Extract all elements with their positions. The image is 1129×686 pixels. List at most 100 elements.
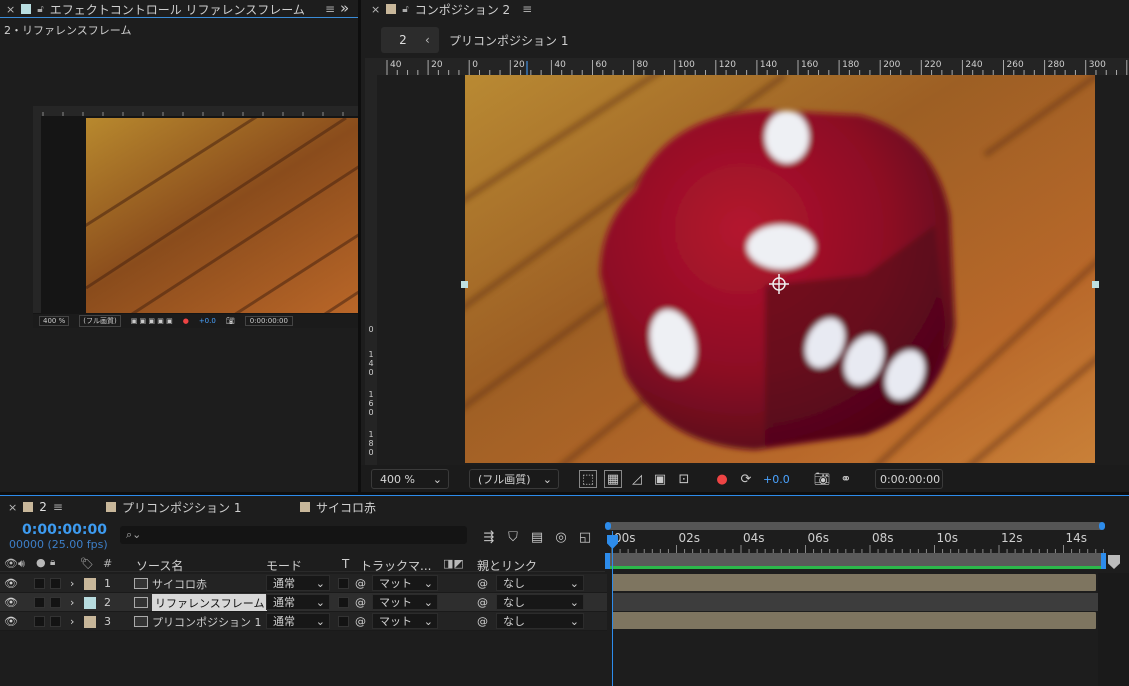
mode-dropdown[interactable]: 通常 ⌄: [266, 594, 330, 610]
camera-snapshot-icon[interactable]: 📷︎: [813, 470, 831, 488]
expand-panels-icon[interactable]: »: [340, 0, 349, 17]
layer-bar-2[interactable]: [612, 593, 1104, 611]
mode-dropdown[interactable]: 通常 ⌄: [266, 575, 330, 591]
transparency-grid-icon[interactable]: ▦: [604, 470, 622, 488]
solo-column-icon[interactable]: ●: [36, 556, 46, 569]
show-snapshot-icon[interactable]: ⚭: [837, 470, 855, 488]
timeline-panel: × 2 ≡ プリコンポジション 1 サイコロ赤 0:00:00:00 00000…: [0, 495, 1129, 686]
label-column-icon[interactable]: 🏷︎: [80, 557, 94, 570]
timeline-tab-precomp[interactable]: プリコンポジション 1: [106, 498, 241, 516]
timecode-display[interactable]: 0:00:00:00: [875, 469, 943, 489]
composition-tab[interactable]: × 🔓︎ コンポジション 2 ≡: [371, 0, 532, 18]
resolution-select[interactable]: (フル画質) ⌄: [469, 469, 559, 489]
track-matte-dropdown[interactable]: マット ⌄: [372, 575, 438, 591]
exposure-value[interactable]: +0.0: [763, 473, 790, 486]
lock-icon[interactable]: 🔓︎: [402, 4, 408, 15]
color-channels-icon[interactable]: ●: [713, 470, 731, 488]
audio-column-icon[interactable]: 🔊︎: [18, 557, 25, 571]
layer-label-swatch[interactable]: [84, 596, 96, 609]
layer-name[interactable]: サイコロ赤: [152, 574, 207, 593]
frame-navigator[interactable]: 2 ‹: [381, 27, 439, 53]
solo-checkbox[interactable]: [34, 616, 45, 627]
mode-header[interactable]: モード: [266, 557, 302, 574]
matte-pickwhip-icon[interactable]: @: [355, 612, 366, 631]
parent-pickwhip-icon[interactable]: @: [477, 574, 488, 593]
parent-dropdown[interactable]: なし ⌄: [496, 575, 584, 591]
bounding-handle[interactable]: [1092, 281, 1099, 288]
matte-pickwhip-icon[interactable]: @: [355, 593, 366, 612]
panel-menu-icon[interactable]: ≡: [522, 2, 532, 16]
track-matte-dropdown[interactable]: マット ⌄: [372, 613, 438, 629]
current-timecode[interactable]: 0:00:00:00: [22, 522, 107, 538]
comp-marker-bin-icon[interactable]: [1108, 555, 1120, 569]
layer-label-swatch[interactable]: [84, 615, 96, 628]
layer-row[interactable]: 👁︎ › 2 リファレンスフレーム 通常 ⌄ @ マット ⌄ @ なし ⌄: [0, 593, 607, 612]
composition-mini-flowchart-icon[interactable]: ⇶: [480, 528, 498, 546]
close-icon[interactable]: ×: [371, 3, 380, 16]
shy-layers-icon[interactable]: ▤: [528, 528, 546, 546]
preserve-transparency-checkbox[interactable]: [338, 597, 349, 608]
breadcrumb[interactable]: プリコンポジション 1: [449, 32, 568, 49]
lock-icon[interactable]: 🔓︎: [37, 4, 43, 15]
parent-pickwhip-icon[interactable]: @: [477, 612, 488, 631]
parent-dropdown[interactable]: なし ⌄: [496, 613, 584, 629]
preserve-transparency-checkbox[interactable]: [338, 616, 349, 627]
parent-pickwhip-icon[interactable]: @: [477, 593, 488, 612]
layer-name[interactable]: リファレンスフレーム: [152, 594, 268, 611]
panel-menu-icon[interactable]: ≡: [325, 2, 335, 16]
track-matte-header[interactable]: トラックマ...: [360, 557, 431, 574]
visibility-column-icon[interactable]: 👁︎: [4, 557, 18, 570]
time-navigator-bar[interactable]: [605, 522, 1105, 530]
source-name-header[interactable]: ソース名: [136, 557, 183, 574]
track-matte-dropdown[interactable]: マット ⌄: [372, 594, 438, 610]
solo-checkbox[interactable]: [34, 578, 45, 589]
eye-icon[interactable]: 👁︎: [4, 612, 18, 631]
chevron-down-icon: ⌄: [423, 614, 433, 628]
eye-icon[interactable]: 👁︎: [4, 574, 18, 593]
lock-column-icon[interactable]: 🔒︎: [50, 557, 55, 568]
draft-3d-icon[interactable]: ⛉: [504, 528, 522, 546]
lock-checkbox[interactable]: [50, 616, 61, 627]
time-ruler[interactable]: 00s 02s 04s 06s 08s 10s 12s 14s: [607, 531, 1104, 553]
chevron-right-icon[interactable]: ›: [70, 612, 74, 631]
motion-blur-icon[interactable]: ◱: [576, 528, 594, 546]
layer-row[interactable]: 👁︎ › 1 サイコロ赤 通常 ⌄ @ マット ⌄ @ なし ⌄: [0, 574, 607, 593]
mode-dropdown[interactable]: 通常 ⌄: [266, 613, 330, 629]
matte-pickwhip-icon[interactable]: @: [355, 574, 366, 593]
playhead-line[interactable]: [612, 531, 613, 686]
lock-checkbox[interactable]: [50, 597, 61, 608]
parent-link-header[interactable]: 親とリンク: [477, 557, 537, 574]
grid-guides-icon[interactable]: ⊡: [675, 470, 693, 488]
layer-row[interactable]: 👁︎ › 3 プリコンポジション 1 通常 ⌄ @ マット ⌄ @ なし ⌄: [0, 612, 607, 631]
timeline-scrollbar[interactable]: [1098, 573, 1129, 686]
chevron-right-icon[interactable]: ›: [70, 574, 74, 593]
layer-bar-1[interactable]: [612, 574, 1096, 591]
timeline-tab-active[interactable]: × 2 ≡: [8, 498, 63, 516]
panel-menu-icon[interactable]: ≡: [53, 500, 63, 514]
chevron-left-icon[interactable]: ‹: [425, 33, 439, 47]
parent-dropdown[interactable]: なし ⌄: [496, 594, 584, 610]
solo-checkbox[interactable]: [34, 597, 45, 608]
bounding-handle[interactable]: [461, 281, 468, 288]
fast-preview-icon[interactable]: ▣: [651, 470, 669, 488]
effect-controls-tab[interactable]: × 🔓︎ エフェクトコントロール リファレンスフレーム: [6, 0, 305, 18]
frame-blending-icon[interactable]: ◎: [552, 528, 570, 546]
work-area-bar[interactable]: [605, 553, 1106, 569]
composition-viewer[interactable]: [465, 75, 1095, 463]
layer-label-swatch[interactable]: [84, 577, 96, 590]
close-icon[interactable]: ×: [8, 501, 17, 514]
chevron-right-icon[interactable]: ›: [70, 593, 74, 612]
zoom-select[interactable]: 400 % ⌄: [371, 469, 449, 489]
close-icon[interactable]: ×: [6, 3, 15, 16]
timeline-tab-dice[interactable]: サイコロ赤: [300, 498, 376, 516]
preserve-transparency-header[interactable]: T: [342, 557, 349, 571]
mask-visibility-icon[interactable]: ◿: [628, 470, 646, 488]
eye-icon[interactable]: 👁︎: [4, 593, 18, 612]
layer-bar-3[interactable]: [612, 612, 1096, 629]
region-of-interest-icon[interactable]: ⬚: [579, 470, 597, 488]
layer-name[interactable]: プリコンポジション 1: [152, 612, 262, 631]
lock-checkbox[interactable]: [50, 578, 61, 589]
reset-exposure-icon[interactable]: ⟳: [737, 470, 755, 488]
preserve-transparency-checkbox[interactable]: [338, 578, 349, 589]
search-input[interactable]: ⌕⌄: [120, 526, 467, 544]
